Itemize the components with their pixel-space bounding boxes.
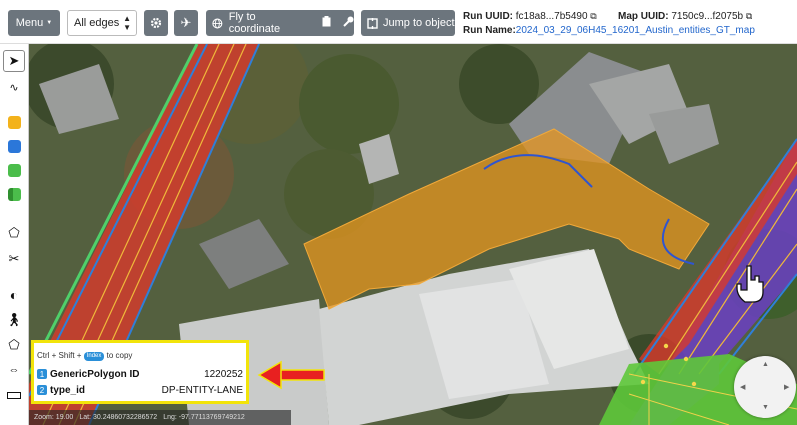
lat-value: 30.24860732286572	[92, 414, 158, 421]
lat-label: Lat:	[79, 414, 92, 421]
key-icon[interactable]	[343, 16, 354, 30]
map-uuid-label: Map UUID:	[618, 11, 669, 22]
path-tool[interactable]: ∿	[3, 76, 25, 98]
row-index-badge: 1	[37, 369, 47, 379]
airplane-icon: ✈	[180, 15, 192, 30]
menu-button[interactable]: Menu ▼	[8, 10, 60, 36]
green-split-layer-tool[interactable]	[3, 183, 25, 205]
row-value: DP-ENTITY-LANE	[161, 384, 243, 396]
copy-icon[interactable]: ⧉	[746, 11, 752, 21]
lng-readout: Lng: -97.77113769749212	[163, 414, 245, 421]
map-status-bar: Zoom: 19.00 Lat: 30.24860732286572 Lng: …	[29, 410, 291, 425]
zoom-label: Zoom:	[34, 414, 54, 421]
yellow-layer-tool[interactable]	[3, 111, 25, 133]
walking-person-icon: 🚶︎	[5, 312, 23, 327]
fly-to-coordinate-button[interactable]: Fly to coordinate	[206, 10, 354, 36]
copy-hint-suffix: to copy	[106, 351, 133, 360]
polygon-edit-icon: ⬠	[8, 225, 20, 240]
edges-select-value: All edges	[74, 17, 120, 29]
row-index-badge: 2	[37, 385, 47, 395]
circle-tool[interactable]: ◐	[3, 284, 25, 306]
lng-value: -97.77113769749212	[178, 414, 245, 421]
copy-hint: Ctrl + Shift + Index to copy	[37, 351, 132, 361]
settings-button[interactable]	[144, 10, 168, 36]
row-key: GenericPolygon ID	[50, 368, 140, 380]
map-uuid-value: 7150c9...f2075b	[671, 11, 744, 22]
lng-label: Lng:	[163, 414, 177, 421]
scissors-icon: ✂	[8, 251, 20, 266]
index-key-badge: Index	[83, 352, 105, 361]
pan-right-icon[interactable]: ▶	[784, 383, 789, 391]
ruler-icon	[7, 391, 21, 399]
jump-to-object-button[interactable]: Jump to object	[361, 10, 455, 36]
run-uuid-label: Run UUID:	[463, 11, 513, 22]
pan-up-icon[interactable]: ▲	[762, 361, 769, 368]
pointer-icon: ➤	[8, 53, 20, 68]
jump-to-object-label: Jump to object	[383, 17, 455, 29]
measure-tool[interactable]: ⇔	[3, 359, 25, 381]
row-key: type_id	[50, 384, 86, 396]
zoom-readout: Zoom: 19.00	[34, 414, 73, 421]
object-info-popup: Ctrl + Shift + Index to copy 1 GenericPo…	[31, 340, 249, 404]
row-value: 1220252	[204, 368, 243, 380]
select-caret-icon: ▲ ▼	[123, 14, 131, 32]
pentagon-icon: ⬠	[8, 337, 20, 352]
globe-icon	[212, 17, 223, 29]
pan-left-icon[interactable]: ◀	[740, 383, 745, 391]
split-tool[interactable]: ✂	[3, 248, 25, 270]
copy-hint-prefix: Ctrl + Shift +	[37, 351, 82, 360]
run-name-link[interactable]: 2024_03_29_06H45_16201_Austin_entities_G…	[516, 25, 755, 36]
map-navigation-control[interactable]: ▲ ▼ ◀ ▶	[734, 356, 796, 418]
run-name-label: Run Name:	[463, 25, 516, 36]
lat-readout: Lat: 30.24860732286572	[79, 414, 157, 421]
top-toolbar: Menu ▼ All edges ▲▼ ✈ Fly to coordinate	[0, 0, 797, 44]
airplane-button[interactable]: ✈	[174, 10, 198, 36]
zoom-value: 19.00	[55, 414, 74, 421]
ruler-tool[interactable]	[3, 384, 25, 406]
pedestrian-tool[interactable]: 🚶︎	[3, 309, 25, 331]
path-icon: ∿	[9, 81, 19, 94]
map-uuid: Map UUID: 7150c9...f2075b ⧉	[618, 11, 752, 22]
popup-row[interactable]: 2 type_id DP-ENTITY-LANE	[37, 383, 243, 397]
blue-layer-icon	[7, 139, 21, 153]
run-name: Run Name:2024_03_29_06H45_16201_Austin_e…	[463, 25, 755, 36]
popup-row[interactable]: 1 GenericPolygon ID 1220252	[37, 367, 243, 381]
chevron-down-icon: ▼	[46, 20, 53, 26]
copy-icon[interactable]: ⧉	[590, 11, 596, 21]
fly-to-coordinate-label: Fly to coordinate	[228, 11, 281, 35]
yellow-layer-icon	[7, 115, 21, 129]
crosshair-icon	[367, 17, 378, 29]
polygon-edit-tool[interactable]: ⬠	[3, 222, 25, 244]
circle-icon: ◐	[9, 287, 19, 303]
green-split-layer-icon	[7, 187, 21, 201]
polygon-draw-tool[interactable]: ⬠	[3, 334, 25, 356]
clipboard-icon[interactable]	[322, 16, 331, 30]
green-layer-icon	[7, 163, 21, 177]
menu-button-label: Menu	[15, 17, 44, 29]
blue-layer-tool[interactable]	[3, 135, 25, 157]
pan-down-icon[interactable]: ▼	[762, 404, 769, 411]
edges-select[interactable]: All edges ▲ ▼	[67, 10, 137, 36]
select-tool[interactable]: ➤	[3, 50, 25, 72]
tool-rail: ➤ ∿ ⬠ ✂ ◐ 🚶︎ ⬠ ⇔	[0, 44, 29, 425]
horizontal-arrows-icon: ⇔	[8, 364, 20, 376]
run-uuid-value: fc18a8...7b5490	[515, 11, 588, 22]
run-uuid: Run UUID: fc18a8...7b5490 ⧉	[463, 11, 597, 22]
green-layer-tool[interactable]	[3, 159, 25, 181]
settings-gear-icon	[150, 17, 162, 29]
